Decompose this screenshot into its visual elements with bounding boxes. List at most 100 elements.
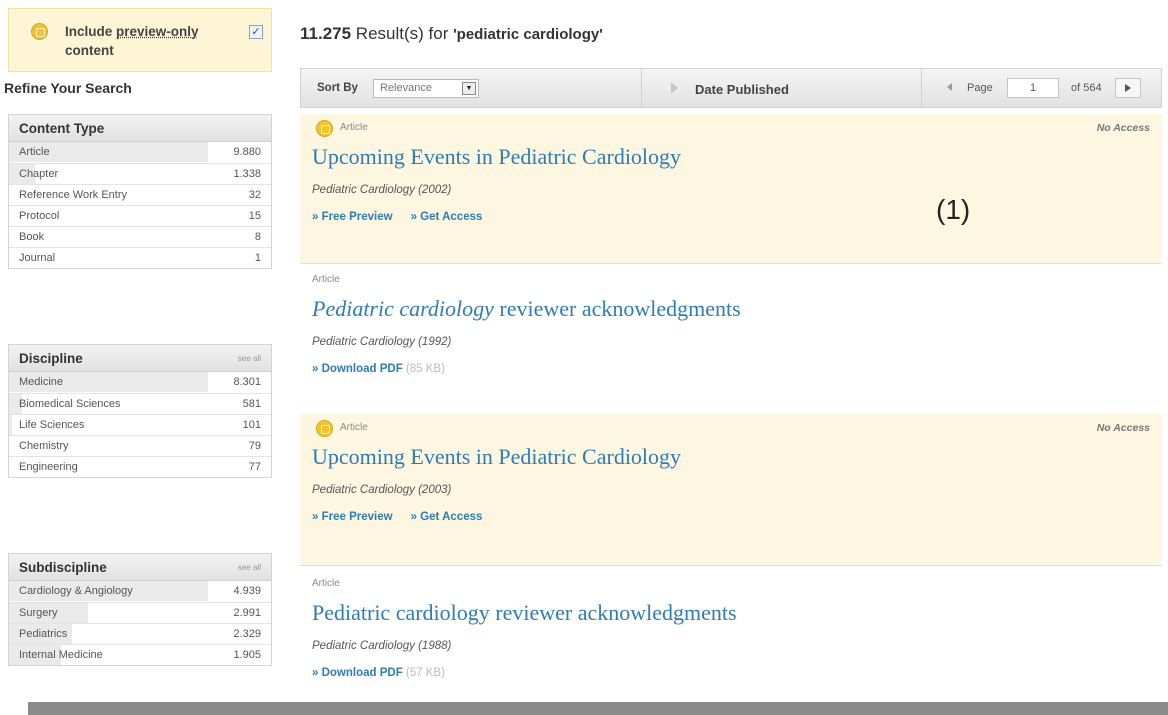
facet-header: Content Type bbox=[9, 115, 271, 142]
facet-item[interactable]: Protocol 15 bbox=[9, 205, 271, 226]
facet-item[interactable]: Biomedical Sciences 581 bbox=[9, 393, 271, 414]
preview-only-box: Include preview-only content ✓ bbox=[8, 8, 272, 72]
facet-item[interactable]: Book 8 bbox=[9, 226, 271, 247]
facet-item[interactable]: Engineering 77 bbox=[9, 456, 271, 477]
result-item: Article No Access Upcoming Events in Ped… bbox=[300, 114, 1162, 264]
annotation-label: (1) bbox=[936, 194, 971, 225]
facet-content-type: Content Type Article 9.880 Chapter 1.338 Ref… bbox=[8, 114, 272, 269]
facet-header: Subdiscipline see all bbox=[9, 554, 271, 581]
facet-title: Content Type bbox=[19, 121, 105, 136]
divider bbox=[641, 69, 642, 107]
page-total: of 564 bbox=[1071, 82, 1102, 94]
facet-item[interactable]: Life Sciences 101 bbox=[9, 414, 271, 435]
free-preview-link[interactable]: » Free Preview bbox=[312, 211, 393, 223]
result-journal: Pediatric Cardiology (1992) bbox=[312, 336, 452, 348]
sort-select[interactable]: Relevance ▼ bbox=[373, 79, 479, 98]
lock-icon bbox=[31, 23, 48, 40]
result-type: Article bbox=[340, 422, 368, 433]
date-published-sort[interactable]: Date Published bbox=[695, 82, 789, 97]
result-journal: Pediatric Cardiology (2002) bbox=[312, 184, 452, 196]
result-title-link[interactable]: Pediatric cardiology reviewer acknowledg… bbox=[312, 296, 741, 322]
download-pdf-link[interactable]: » Download PDF bbox=[312, 667, 403, 679]
access-status: No Access bbox=[1096, 422, 1150, 434]
result-title-link[interactable]: Pediatric cardiology reviewer acknowledg… bbox=[312, 600, 737, 626]
facet-item[interactable]: Chapter 1.338 bbox=[9, 163, 271, 184]
get-access-link[interactable]: » Get Access bbox=[411, 211, 483, 223]
results-header: 11.275 Result(s) for 'pediatric cardiolo… bbox=[300, 24, 603, 44]
facet-item-label: Pediatrics bbox=[19, 628, 68, 640]
result-type: Article bbox=[312, 274, 340, 285]
facet-item-label: Biomedical Sciences bbox=[19, 398, 121, 410]
facet-item-count: 1.338 bbox=[233, 168, 261, 180]
refine-title: Refine Your Search bbox=[4, 80, 132, 96]
facet-item[interactable]: Chemistry 79 bbox=[9, 435, 271, 456]
facet-item-label: Chemistry bbox=[19, 440, 69, 452]
facet-title: Discipline bbox=[19, 351, 83, 366]
facet-item-count: 2.329 bbox=[233, 628, 261, 640]
result-links: » Download PDF (85 KB) bbox=[312, 363, 445, 375]
divider bbox=[921, 69, 922, 107]
result-item: Article Pediatric cardiology reviewer ac… bbox=[300, 266, 1162, 404]
result-title-link[interactable]: Upcoming Events in Pediatric Cardiology bbox=[312, 444, 681, 470]
file-size: (85 KB) bbox=[402, 363, 445, 375]
get-access-link[interactable]: » Get Access bbox=[411, 511, 483, 523]
result-title-link[interactable]: Upcoming Events in Pediatric Cardiology bbox=[312, 144, 681, 170]
see-all-link[interactable]: see all bbox=[238, 563, 261, 572]
facet-item[interactable]: Internal Medicine 1.905 bbox=[9, 644, 271, 665]
access-status: No Access bbox=[1096, 122, 1150, 134]
preview-only-link[interactable]: preview-only bbox=[116, 24, 199, 39]
preview-only-checkbox[interactable]: ✓ bbox=[249, 25, 263, 39]
facet-item[interactable]: Pediatrics 2.329 bbox=[9, 623, 271, 644]
result-journal: Pediatric Cardiology (2003) bbox=[312, 484, 452, 496]
bottom-scroll-bar[interactable] bbox=[28, 702, 1168, 715]
facet-count-bar bbox=[9, 415, 12, 435]
facet-item-label: Surgery bbox=[19, 607, 58, 619]
sort-bar: Sort By Relevance ▼ Date Published Page … bbox=[300, 68, 1162, 108]
preview-label-text: Include bbox=[65, 24, 117, 39]
facet-item-count: 8.301 bbox=[233, 376, 261, 388]
facet-item-count: 79 bbox=[248, 440, 261, 452]
main-content: 11.275 Result(s) for 'pediatric cardiolo… bbox=[290, 0, 1168, 700]
next-page-icon bbox=[1125, 84, 1131, 92]
facet-item-count: 8 bbox=[254, 231, 261, 243]
result-links: » Free Preview » Get Access bbox=[312, 511, 500, 523]
facet-item[interactable]: Cardiology & Angiology 4.939 bbox=[9, 581, 271, 602]
facet-item[interactable]: Reference Work Entry 32 bbox=[9, 184, 271, 205]
facet-item-label: Book bbox=[19, 231, 45, 243]
page-label: Page bbox=[967, 82, 993, 94]
preview-only-label: Include preview-only content bbox=[65, 22, 225, 60]
facet-item-count: 101 bbox=[242, 419, 261, 431]
chevron-down-icon[interactable]: ▼ bbox=[462, 82, 476, 95]
facet-item-label: Medicine bbox=[19, 376, 64, 388]
facet-item-label: Protocol bbox=[19, 210, 60, 222]
facet-item[interactable]: Article 9.880 bbox=[9, 142, 271, 163]
facet-header: Discipline see all bbox=[9, 345, 271, 372]
lock-icon bbox=[316, 120, 333, 137]
facet-item[interactable]: Journal 1 bbox=[9, 247, 271, 268]
facet-item-count: 15 bbox=[248, 210, 261, 222]
sort-arrow-icon[interactable] bbox=[671, 82, 678, 94]
facet-item[interactable]: Surgery 2.991 bbox=[9, 602, 271, 623]
result-title-rest: reviewer acknowledgments bbox=[493, 296, 741, 321]
facet-item[interactable]: Medicine 8.301 bbox=[9, 372, 271, 393]
free-preview-link[interactable]: » Free Preview bbox=[312, 511, 393, 523]
result-item: Article Pediatric cardiology reviewer ac… bbox=[300, 570, 1162, 700]
file-size: (57 KB) bbox=[402, 667, 445, 679]
results-text: Result(s) for bbox=[351, 24, 454, 43]
next-page-button[interactable] bbox=[1115, 78, 1141, 98]
facet-item-label: Chapter bbox=[19, 168, 59, 180]
facet-item-count: 77 bbox=[248, 461, 261, 473]
facet-subdiscipline: Subdiscipline see all Cardiology & Angio… bbox=[8, 553, 272, 666]
results-count: 11.275 bbox=[300, 24, 352, 43]
download-pdf-link[interactable]: » Download PDF bbox=[312, 363, 403, 375]
facet-item-label: Journal bbox=[19, 252, 56, 264]
facet-item-count: 581 bbox=[242, 398, 261, 410]
prev-page-icon[interactable] bbox=[947, 83, 952, 91]
result-links: » Free Preview » Get Access bbox=[312, 211, 500, 223]
see-all-link[interactable]: see all bbox=[238, 354, 261, 363]
facet-item-count: 32 bbox=[248, 189, 261, 201]
facet-title: Subdiscipline bbox=[19, 560, 107, 575]
facet-item-count: 2.991 bbox=[233, 607, 261, 619]
page-number-input[interactable]: 1 bbox=[1007, 78, 1059, 98]
facet-item-label: Life Sciences bbox=[19, 419, 85, 431]
